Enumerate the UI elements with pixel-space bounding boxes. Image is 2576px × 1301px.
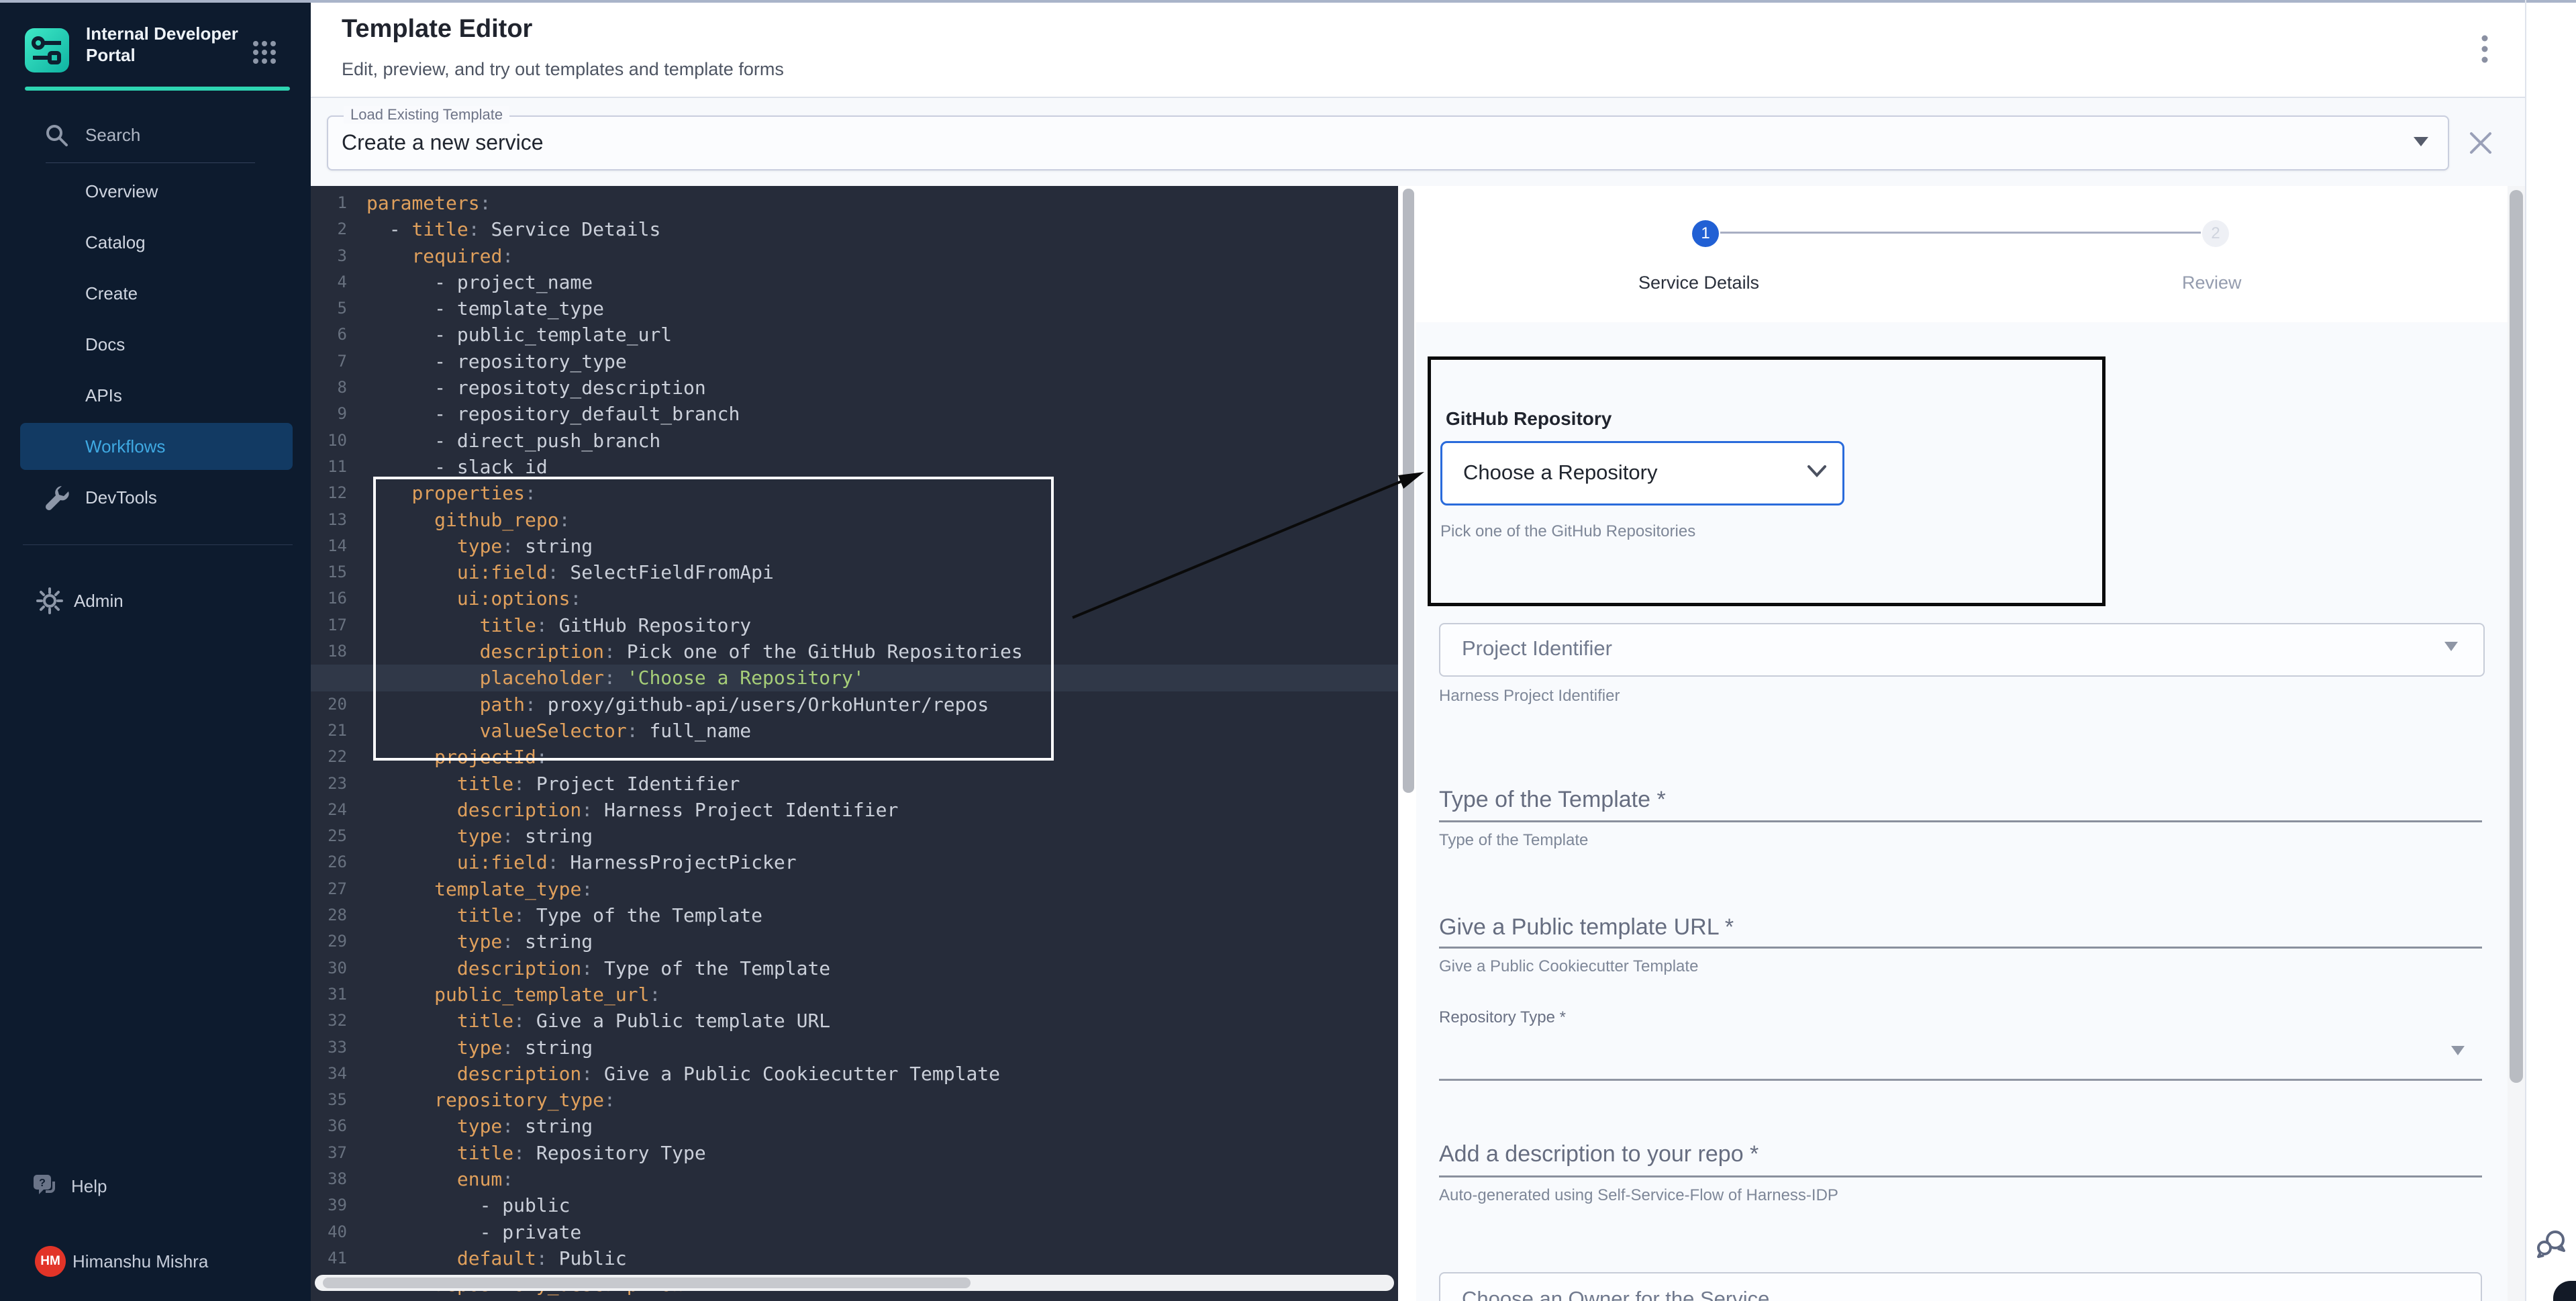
page-scrollbar-thumb[interactable] xyxy=(2510,190,2523,1083)
editor-horizontal-scrollbar-thumb[interactable] xyxy=(323,1278,971,1288)
svg-text:?: ? xyxy=(39,1177,46,1189)
right-rail xyxy=(2526,3,2576,1301)
public-url-label: Give a Public template URL * xyxy=(1439,914,1734,941)
help-icon: ? xyxy=(31,1172,60,1205)
idp-logo-glyph xyxy=(25,28,69,73)
window-top-strip xyxy=(0,0,2576,3)
kebab-menu-icon[interactable] xyxy=(2475,32,2494,69)
sidebar-item-apis[interactable]: APIs xyxy=(85,385,122,406)
template-editor-page: Internal Developer Portal Search Overvie… xyxy=(0,0,2576,1301)
page-subtitle: Edit, preview, and try out templates and… xyxy=(342,59,784,80)
public-url-input[interactable] xyxy=(1439,947,2482,949)
step-2-circle[interactable]: 2 xyxy=(2202,220,2229,247)
user-avatar[interactable]: HM xyxy=(35,1246,66,1277)
sidebar-item-devtools[interactable]: DevTools xyxy=(85,487,157,508)
owner-placeholder: Choose an Owner for the Service xyxy=(1462,1287,1769,1301)
template-type-helper: Type of the Template xyxy=(1439,831,1588,850)
apps-grid-icon[interactable] xyxy=(252,40,279,66)
sidebar-item-catalog[interactable]: Catalog xyxy=(85,232,146,253)
idp-logo xyxy=(25,28,69,73)
sidebar-item-help[interactable]: Help xyxy=(71,1176,107,1197)
brand-title: Internal Developer Portal xyxy=(86,23,254,66)
chat-bubbles-icon[interactable] xyxy=(2534,1227,2568,1265)
sidebar-accent-bar xyxy=(25,87,290,91)
sidebar-divider-search xyxy=(46,162,255,163)
sidebar-item-search[interactable]: Search xyxy=(85,125,140,146)
sidebar-divider-admin xyxy=(23,544,293,545)
select-caret-icon[interactable] xyxy=(2414,137,2428,146)
repo-description-input[interactable] xyxy=(1439,1175,2482,1177)
user-name[interactable]: Himanshu Mishra xyxy=(72,1251,208,1272)
project-identifier-placeholder: Project Identifier xyxy=(1462,636,1612,661)
sidebar-item-overview[interactable]: Overview xyxy=(85,181,158,202)
project-identifier-caret-icon xyxy=(2444,642,2458,651)
step-1-circle[interactable]: 1 xyxy=(1692,220,1719,247)
template-type-label: Type of the Template * xyxy=(1439,787,1666,813)
step-2-label: Review xyxy=(2182,273,2242,293)
repo-description-helper: Auto-generated using Self-Service-Flow o… xyxy=(1439,1186,1838,1205)
sidebar-item-admin[interactable]: Admin xyxy=(74,591,123,612)
repo-description-label: Add a description to your repo * xyxy=(1439,1141,1758,1167)
sidebar-item-docs[interactable]: Docs xyxy=(85,334,125,355)
public-url-helper: Give a Public Cookiecutter Template xyxy=(1439,957,1698,976)
load-template-select[interactable] xyxy=(327,115,2449,171)
project-identifier-helper: Harness Project Identifier xyxy=(1439,687,1620,706)
repository-type-select[interactable] xyxy=(1439,1079,2482,1081)
step-1-label: Service Details xyxy=(1638,273,1759,293)
gear-icon xyxy=(36,587,64,618)
repository-type-label: Repository Type * xyxy=(1439,1008,1566,1027)
search-icon xyxy=(44,123,70,152)
annotation-box-code xyxy=(373,477,1054,761)
wrench-icon xyxy=(42,482,72,516)
sidebar-item-create[interactable]: Create xyxy=(85,283,138,304)
annotation-arrow xyxy=(1064,462,1440,630)
close-icon[interactable] xyxy=(2467,129,2495,160)
load-template-value: Create a new service xyxy=(342,130,544,155)
annotation-box-form xyxy=(1428,356,2106,606)
page-title: Template Editor xyxy=(342,15,532,44)
sidebar: Internal Developer Portal Search Overvie… xyxy=(0,3,311,1301)
sidebar-item-workflows[interactable]: Workflows xyxy=(85,436,165,457)
template-type-input[interactable] xyxy=(1439,820,2482,822)
stepper-connector xyxy=(1720,232,2201,234)
load-template-label: Load Existing Template xyxy=(344,106,509,124)
repository-type-caret-icon xyxy=(2451,1046,2465,1055)
